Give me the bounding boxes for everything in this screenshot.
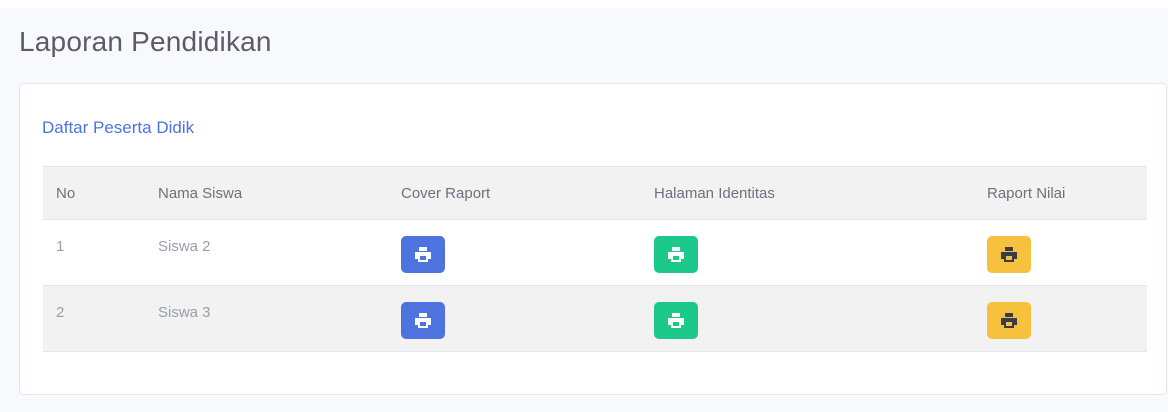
column-header-cover: Cover Raport [388,166,641,220]
print-grades-button[interactable] [987,302,1031,339]
student-name: Siswa 3 [158,304,211,321]
student-name-cell: Siswa 2 [145,219,388,286]
print-icon [415,313,431,328]
student-list-card: Daftar Peserta Didik No Nama Siswa Cover… [19,83,1167,395]
cover-cell [388,285,641,352]
column-header-grades: Raport Nilai [974,166,1147,220]
grades-cell [974,285,1147,352]
print-icon [668,247,684,262]
table-header-row: No Nama Siswa Cover Raport Halaman Ident… [43,166,1147,220]
page-title: Laporan Pendidikan [19,26,272,57]
student-name: Siswa 2 [158,238,211,255]
row-number-cell: 1 [43,219,145,286]
main-content: Laporan Pendidikan Daftar Peserta Didik … [0,8,1168,412]
print-icon [1001,313,1017,328]
cover-cell [388,219,641,286]
print-icon [1001,247,1017,262]
print-cover-button[interactable] [401,302,445,339]
grades-cell [974,219,1147,286]
column-header-name: Nama Siswa [145,166,388,220]
row-number: 2 [56,304,65,321]
identity-cell [641,285,974,352]
table-row: 1 Siswa 2 [43,219,1147,286]
column-header-identity: Halaman Identitas [641,166,974,220]
row-number: 1 [56,238,65,255]
column-header-no: No [43,166,145,220]
print-cover-button[interactable] [401,236,445,273]
table-row: 2 Siswa 3 [43,285,1147,352]
print-icon [668,313,684,328]
student-table: No Nama Siswa Cover Raport Halaman Ident… [43,166,1147,352]
print-identity-button[interactable] [654,302,698,339]
print-identity-button[interactable] [654,236,698,273]
print-grades-button[interactable] [987,236,1031,273]
row-number-cell: 2 [43,285,145,352]
identity-cell [641,219,974,286]
print-icon [415,247,431,262]
student-name-cell: Siswa 3 [145,285,388,352]
card-title: Daftar Peserta Didik [42,118,195,137]
